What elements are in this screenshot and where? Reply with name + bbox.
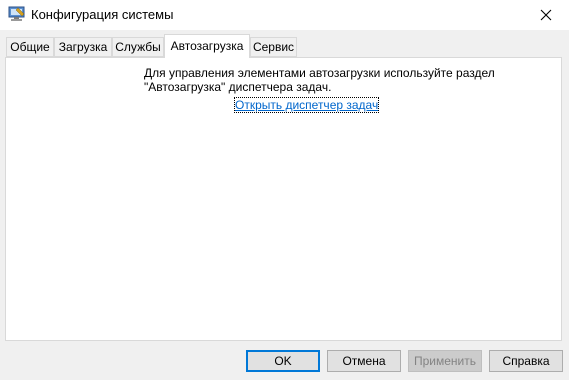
close-button[interactable]	[523, 0, 569, 30]
startup-panel: Для управления элементами автозагрузки и…	[5, 57, 562, 341]
close-icon	[540, 9, 552, 21]
system-config-icon	[8, 6, 26, 22]
help-button[interactable]: Справка	[489, 350, 563, 372]
description-line-2: "Автозагрузка" диспетчера задач.	[144, 80, 332, 94]
apply-button[interactable]: Применить	[408, 350, 482, 372]
system-config-window: Конфигурация системы Общие Загрузка Служ…	[0, 0, 569, 380]
startup-description: Для управления элементами автозагрузки и…	[144, 66, 504, 94]
tab-general[interactable]: Общие	[6, 37, 54, 57]
ok-button[interactable]: OK	[246, 350, 320, 372]
title-bar: Конфигурация системы	[0, 0, 569, 30]
cancel-button[interactable]: Отмена	[327, 350, 401, 372]
tab-tools[interactable]: Сервис	[250, 37, 297, 57]
tab-boot[interactable]: Загрузка	[54, 37, 112, 57]
open-task-manager-link[interactable]: Открыть диспетчер задач	[233, 97, 380, 113]
window-title: Конфигурация системы	[31, 7, 174, 22]
description-line-1: Для управления элементами автозагрузки и…	[144, 66, 495, 80]
tab-startup[interactable]: Автозагрузка	[164, 34, 250, 58]
tab-services[interactable]: Службы	[112, 37, 164, 57]
